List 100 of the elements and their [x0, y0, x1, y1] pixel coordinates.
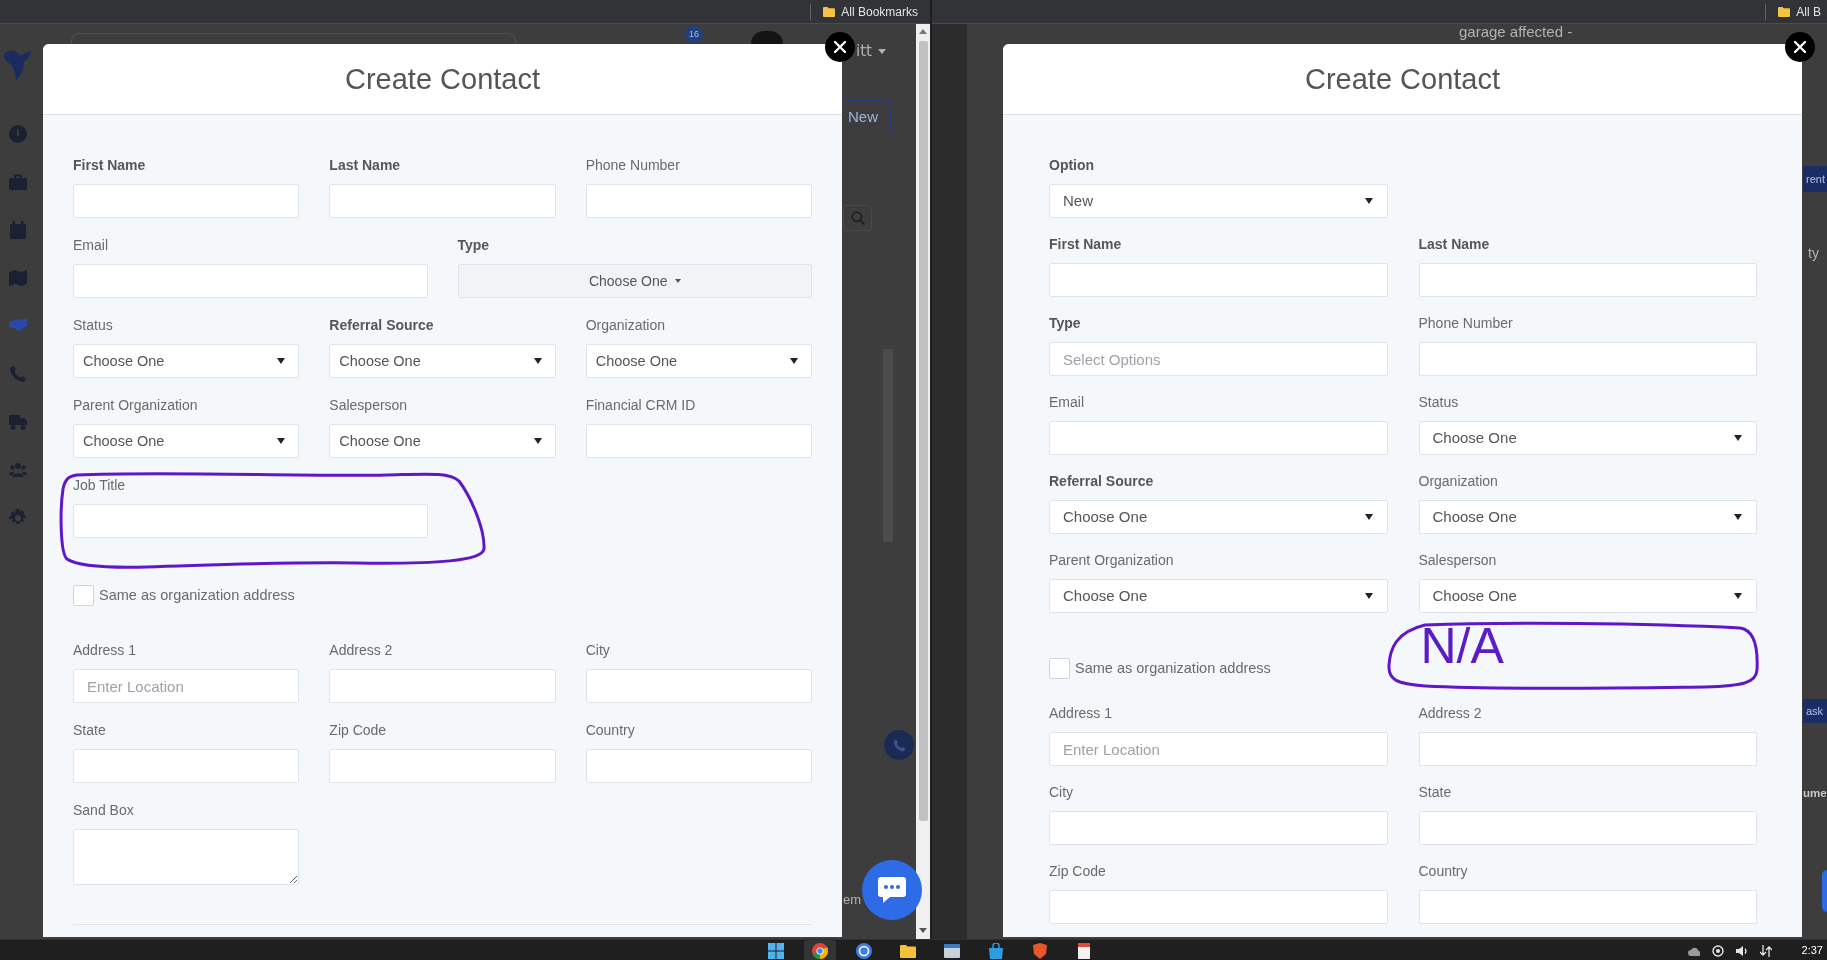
field-label: Parent Organization: [1049, 552, 1174, 569]
input-field[interactable]: [1418, 342, 1757, 376]
close-button[interactable]: [825, 32, 855, 62]
select-field[interactable]: New: [1049, 184, 1388, 218]
chat-button[interactable]: [862, 860, 922, 920]
bookmark-folder-button[interactable]: All Bookmarks: [823, 4, 918, 19]
input-field[interactable]: [73, 749, 300, 783]
input-field[interactable]: [1418, 811, 1757, 845]
briefcase-icon[interactable]: [9, 173, 27, 191]
input-field[interactable]: [1418, 732, 1757, 766]
call-button[interactable]: [884, 730, 914, 760]
input-field[interactable]: [1049, 421, 1388, 455]
input-field[interactable]: [585, 424, 812, 458]
partial-button[interactable]: ask: [1803, 699, 1827, 723]
network-icon[interactable]: [1759, 945, 1772, 957]
user-menu-button[interactable]: itt: [856, 43, 886, 59]
input-field[interactable]: [1049, 811, 1388, 845]
field-label: Zip Code: [329, 722, 387, 739]
field-label: Phone Number: [585, 157, 680, 174]
dropdown-button[interactable]: Choose One: [457, 264, 812, 298]
input-field[interactable]: [1049, 263, 1388, 297]
select-field[interactable]: Choose One: [73, 344, 300, 378]
calendar-icon[interactable]: [9, 221, 27, 239]
bird-logo-icon[interactable]: [3, 47, 31, 81]
input-field[interactable]: [1418, 263, 1757, 297]
gear-icon[interactable]: [9, 509, 27, 527]
field-label: Parent Organization: [73, 397, 198, 414]
input-field[interactable]: [73, 504, 428, 538]
checkbox-label: Same as organization address: [99, 587, 295, 604]
field-label: Status: [73, 317, 113, 334]
users-icon[interactable]: [9, 461, 27, 479]
field-label: Referral Source: [329, 317, 434, 334]
field-label: Organization: [1418, 473, 1498, 490]
avatar[interactable]: [751, 31, 783, 44]
input-field[interactable]: Enter Location: [73, 669, 300, 703]
field-label: State: [1418, 784, 1452, 801]
close-icon: [834, 41, 846, 53]
checkbox[interactable]: [1049, 658, 1070, 679]
select-field[interactable]: Choose One: [329, 424, 556, 458]
caret-icon: [533, 438, 542, 444]
close-button[interactable]: [1785, 32, 1815, 62]
field-label: Job Title: [73, 477, 126, 494]
field-label: First Name: [73, 157, 146, 174]
select-field[interactable]: Choose One: [73, 424, 300, 458]
partial-button[interactable]: rent: [1803, 166, 1827, 192]
checkbox[interactable]: [73, 585, 94, 606]
field-label: Last Name: [329, 157, 401, 174]
field-label: Organization: [585, 317, 666, 334]
input-field[interactable]: [329, 669, 556, 703]
input-field[interactable]: [585, 184, 812, 218]
field-label: Type: [1049, 315, 1081, 332]
phone-icon: [892, 738, 906, 752]
input-field[interactable]: [329, 184, 556, 218]
caret-icon: [674, 279, 681, 283]
caret-icon: [277, 438, 286, 444]
phone-icon[interactable]: [9, 365, 27, 383]
truck-icon[interactable]: [9, 413, 27, 431]
speaker-icon[interactable]: [1735, 945, 1748, 957]
map-icon[interactable]: [9, 269, 27, 287]
field-label: Salesperson: [1418, 552, 1497, 569]
caret-icon: [790, 358, 798, 364]
select-field[interactable]: Choose One: [1418, 579, 1757, 613]
field-label: City: [585, 642, 610, 659]
field-label: Email: [73, 237, 108, 254]
select-field[interactable]: Choose One: [1049, 500, 1388, 534]
input-field[interactable]: Select Options: [1049, 342, 1388, 376]
text-area[interactable]: [73, 829, 300, 885]
input-field[interactable]: [1418, 890, 1757, 924]
input-field[interactable]: [73, 184, 300, 218]
input-field[interactable]: [73, 264, 428, 298]
scroll-down-icon[interactable]: [919, 928, 927, 933]
field-label: City: [1049, 784, 1074, 801]
input-field[interactable]: [1049, 890, 1388, 924]
select-field[interactable]: Choose One: [329, 344, 556, 378]
field-label: Country: [585, 722, 635, 739]
field-label: Last Name: [1418, 236, 1490, 253]
circle-icon[interactable]: [1711, 945, 1724, 957]
scroll-up-icon[interactable]: [919, 29, 927, 34]
taskbar-button[interactable]: [804, 940, 836, 960]
caret-icon: [1734, 514, 1742, 520]
select-field[interactable]: Choose One: [1049, 579, 1388, 613]
handwritten-note: N/A: [1420, 621, 1504, 671]
select-field[interactable]: Choose One: [1418, 500, 1757, 534]
ring-icon: [856, 943, 872, 959]
field-label: Address 1: [73, 642, 137, 659]
field-label: Email: [1049, 394, 1084, 411]
bookmark-folder-button[interactable]: All B: [1778, 4, 1821, 19]
search-button[interactable]: [843, 205, 872, 231]
input-field[interactable]: [585, 669, 812, 703]
gauge-icon[interactable]: [9, 125, 27, 143]
select-field[interactable]: Choose One: [1418, 421, 1757, 455]
select-field[interactable]: Choose One: [585, 344, 812, 378]
input-field[interactable]: [585, 749, 812, 783]
input-field[interactable]: [329, 749, 556, 783]
partial-heading: ume: [1803, 786, 1827, 800]
cloud-icon[interactable]: [1687, 945, 1700, 957]
folder-icon: [900, 943, 916, 959]
new-button[interactable]: New: [843, 100, 891, 134]
input-field[interactable]: Enter Location: [1049, 732, 1388, 766]
scrollbar-thumb[interactable]: [918, 41, 928, 821]
